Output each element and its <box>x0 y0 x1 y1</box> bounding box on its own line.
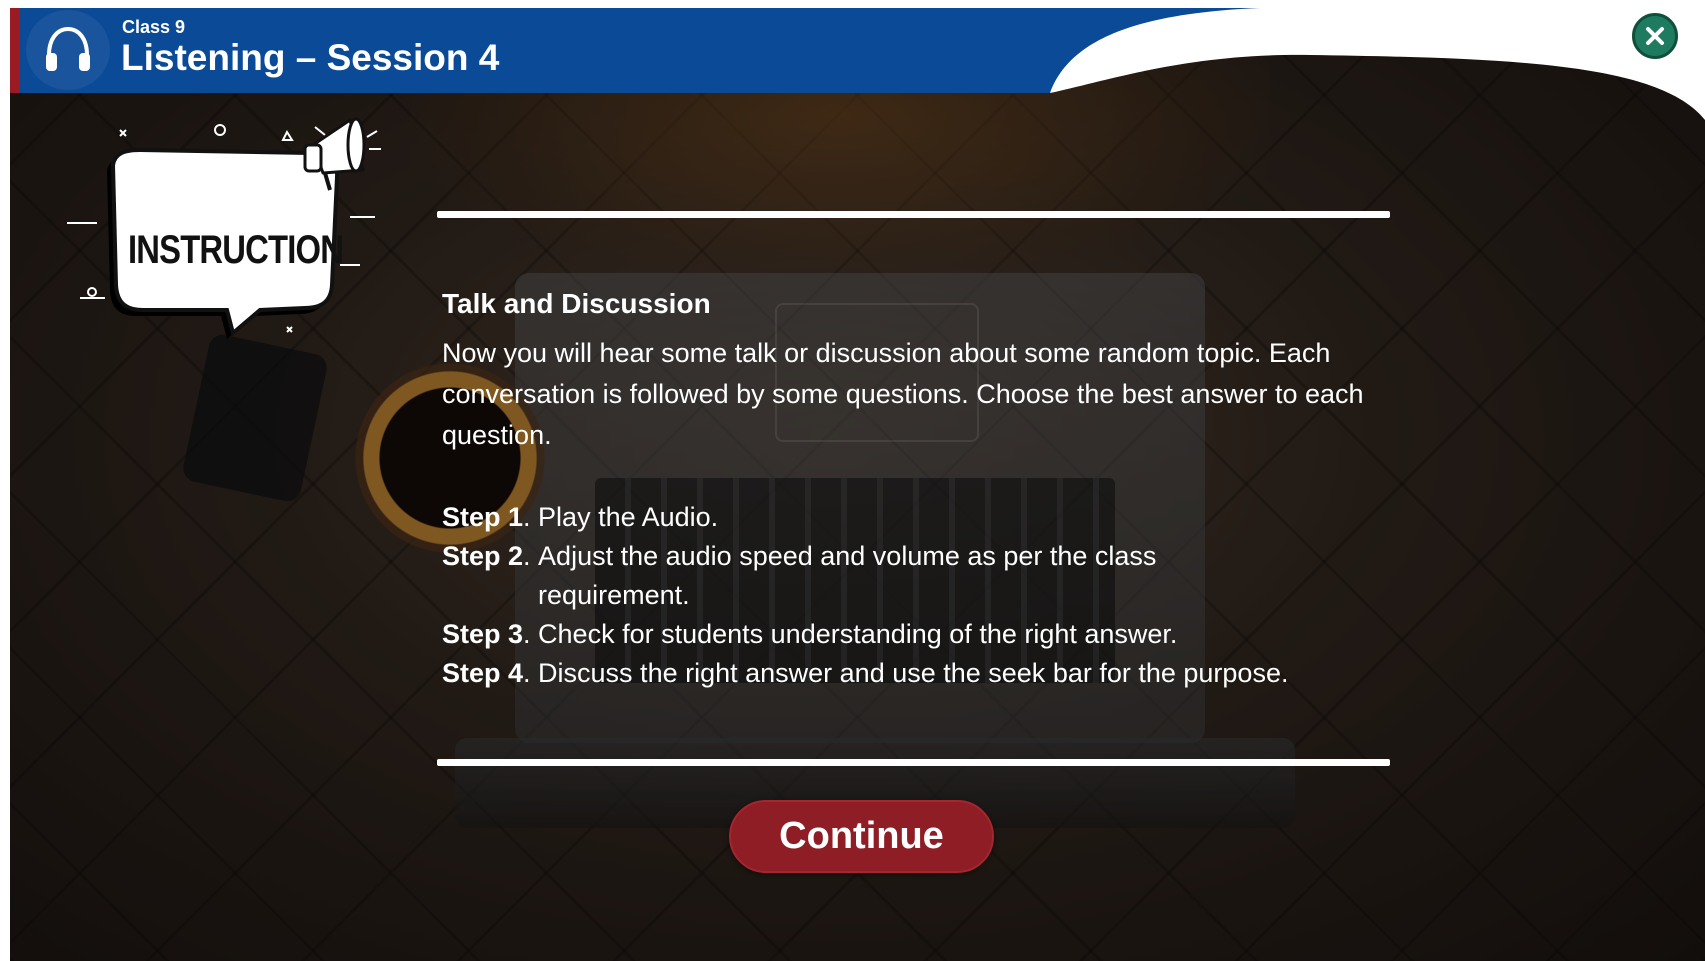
step-item: Step 2. Adjust the audio speed and volum… <box>442 537 1402 615</box>
step-label: Step 4 <box>442 658 524 688</box>
step-text: Discuss the right answer and use the see… <box>538 658 1289 688</box>
step-item: Step 1. Play the Audio. <box>442 498 1402 537</box>
step-label: Step 2 <box>442 541 524 571</box>
top-divider <box>437 211 1390 218</box>
bottom-divider <box>437 759 1390 766</box>
content-heading: Talk and Discussion <box>442 288 711 319</box>
content-paragraph: Now you will hear some talk or discussio… <box>442 338 1364 450</box>
step-item: Step 4. Discuss the right answer and use… <box>442 654 1402 693</box>
class-label: Class 9 <box>122 17 186 37</box>
step-text: Check for students understanding of the … <box>538 619 1178 649</box>
page-title: Listening – Session 4 <box>121 37 500 78</box>
step-label: Step 3 <box>442 619 524 649</box>
close-button[interactable] <box>1632 13 1678 59</box>
instruction-label: INSTRUCTION <box>128 228 344 272</box>
step-text: Adjust the audio speed and volume as per… <box>538 541 1157 610</box>
steps-list: Step 1. Play the Audio. Step 2. Adjust t… <box>442 498 1402 693</box>
close-icon <box>1646 27 1664 45</box>
step-label: Step 1 <box>442 502 524 532</box>
step-item: Step 3. Check for students understanding… <box>442 615 1402 654</box>
step-text: Play the Audio. <box>538 502 719 532</box>
continue-button[interactable]: Continue <box>729 800 994 873</box>
headphones-icon <box>26 10 110 90</box>
